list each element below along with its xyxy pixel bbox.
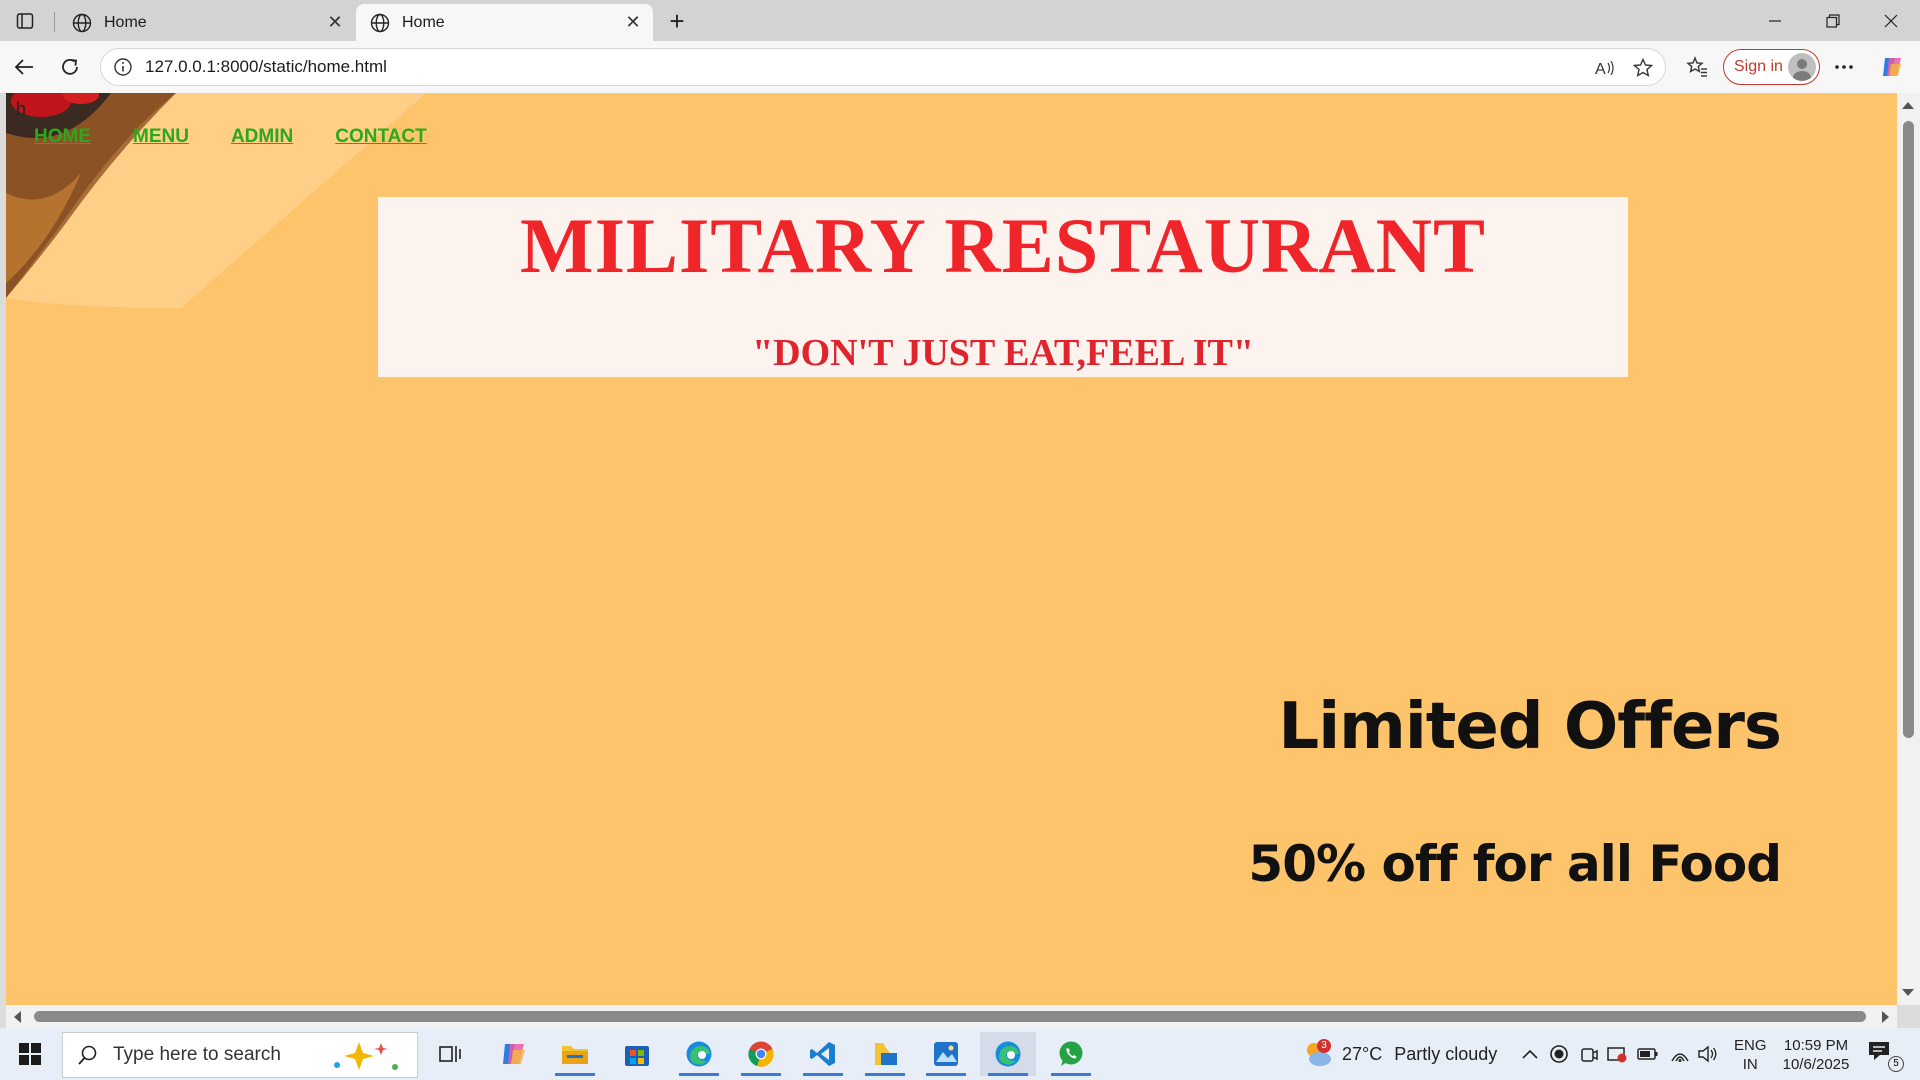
language-code: ENG [1734,1037,1767,1054]
address-bar[interactable]: 127.0.0.1:8000/static/home.html A [100,48,1666,86]
globe-icon [72,13,92,32]
scroll-down-arrow-icon[interactable] [1902,989,1914,996]
notification-center-button[interactable]: 5 [1866,1038,1906,1072]
browser-toolbar: 127.0.0.1:8000/static/home.html A Sign i… [0,41,1920,93]
nav-link-admin[interactable]: ADMIN [231,126,293,148]
site-navigation: HOME MENU ADMIN CONTACT [34,126,469,148]
minimize-button[interactable] [1747,0,1803,41]
favorites-icon[interactable] [1679,49,1715,85]
nav-link-menu[interactable]: MENU [133,126,189,148]
refresh-button[interactable] [52,49,88,85]
task-view-icon[interactable] [422,1032,478,1076]
restaurant-tagline: "DON'T JUST EAT,FEEL IT" [752,332,1254,374]
taskbar-search-box[interactable]: Type here to search [62,1032,418,1078]
scroll-left-arrow-icon[interactable] [14,1011,21,1023]
more-options-icon[interactable] [1826,49,1862,85]
windows-taskbar: Type here to search 3 27°C Partly cloudy… [0,1028,1920,1080]
photos-icon[interactable] [918,1032,974,1076]
notification-count: 5 [1888,1056,1904,1072]
site-info-icon[interactable] [113,57,133,77]
wifi-icon[interactable] [1668,1042,1692,1066]
offers-subheading: 50% off for all Food [1248,835,1782,893]
battery-icon[interactable] [1636,1042,1660,1066]
language-indicator[interactable]: ENG IN [1734,1036,1767,1074]
tab-home-2[interactable]: Home ✕ [356,4,653,41]
tab-home-1[interactable]: Home ✕ [58,4,355,41]
tab-strip: Home ✕ Home ✕ + [0,0,1920,41]
horizontal-scrollbar[interactable] [6,1005,1897,1028]
tab-title: Home [104,13,147,31]
sign-in-label: Sign in [1734,58,1783,75]
show-hidden-icons-icon[interactable] [1518,1042,1542,1066]
record-icon[interactable] [1547,1042,1571,1066]
volume-icon[interactable] [1696,1042,1720,1066]
files-icon[interactable] [857,1032,913,1076]
close-icon[interactable]: ✕ [623,12,643,33]
tab-separator [54,12,55,32]
scroll-right-arrow-icon[interactable] [1882,1011,1889,1023]
restore-button[interactable] [1805,0,1861,41]
offers-heading: Limited Offers [1278,690,1782,764]
windows-logo-icon [19,1043,41,1065]
clock-time: 10:59 PM [1783,1037,1849,1054]
back-button[interactable] [6,49,42,85]
horizontal-scroll-thumb[interactable] [34,1011,1866,1022]
security-alert-icon[interactable] [1605,1042,1629,1066]
nav-link-home[interactable]: HOME [34,126,91,148]
restaurant-title: MILITARY RESTAURANT [519,202,1487,289]
page-viewport: h HOME MENU ADMIN CONTACT MILITARY RESTA… [6,93,1897,1005]
weather-temperature: 27°C [1342,1043,1383,1064]
hero-banner: MILITARY RESTAURANT "DON'T JUST EAT,FEEL… [378,197,1628,377]
svg-text:A: A [1595,61,1606,77]
avatar [1788,53,1816,81]
weather-widget[interactable]: 3 27°C Partly cloudy [1300,1028,1497,1080]
weather-condition: Partly cloudy [1394,1043,1498,1064]
tab-actions-icon[interactable] [7,6,43,36]
region-code: IN [1742,1056,1758,1073]
system-clock[interactable]: 10:59 PM 10/6/2025 [1772,1036,1860,1074]
meet-now-icon[interactable] [1577,1042,1601,1066]
edge-icon[interactable] [980,1032,1036,1076]
sign-in-button[interactable]: Sign in [1723,49,1820,85]
vscode-icon[interactable] [795,1032,851,1076]
nav-link-contact[interactable]: CONTACT [335,126,426,148]
favorite-star-icon[interactable] [1625,49,1661,87]
search-icon [78,1045,97,1065]
search-highlight-icon [334,1042,398,1070]
edge-icon[interactable] [671,1032,727,1076]
start-button[interactable] [0,1028,60,1080]
chrome-icon[interactable] [733,1032,789,1076]
stray-text: h [16,99,27,119]
vertical-scroll-thumb[interactable] [1903,121,1914,738]
read-aloud-icon[interactable]: A [1587,49,1623,87]
new-tab-button[interactable]: + [660,6,694,36]
vertical-scrollbar[interactable] [1897,93,1920,1005]
weather-badge: 3 [1317,1039,1331,1053]
search-placeholder: Type here to search [113,1044,281,1065]
close-icon[interactable]: ✕ [325,12,345,33]
copilot-icon[interactable] [486,1032,542,1076]
scroll-up-arrow-icon[interactable] [1902,102,1914,109]
clock-date: 10/6/2025 [1782,1056,1850,1073]
tab-title: Home [402,13,445,31]
close-window-button[interactable] [1863,0,1919,41]
url-text[interactable]: 127.0.0.1:8000/static/home.html [145,57,1665,77]
copilot-icon[interactable] [1874,49,1910,85]
file-explorer-icon[interactable] [547,1032,603,1076]
globe-icon [370,13,390,32]
whatsapp-icon[interactable] [1043,1032,1099,1076]
microsoft-store-icon[interactable] [609,1032,665,1076]
